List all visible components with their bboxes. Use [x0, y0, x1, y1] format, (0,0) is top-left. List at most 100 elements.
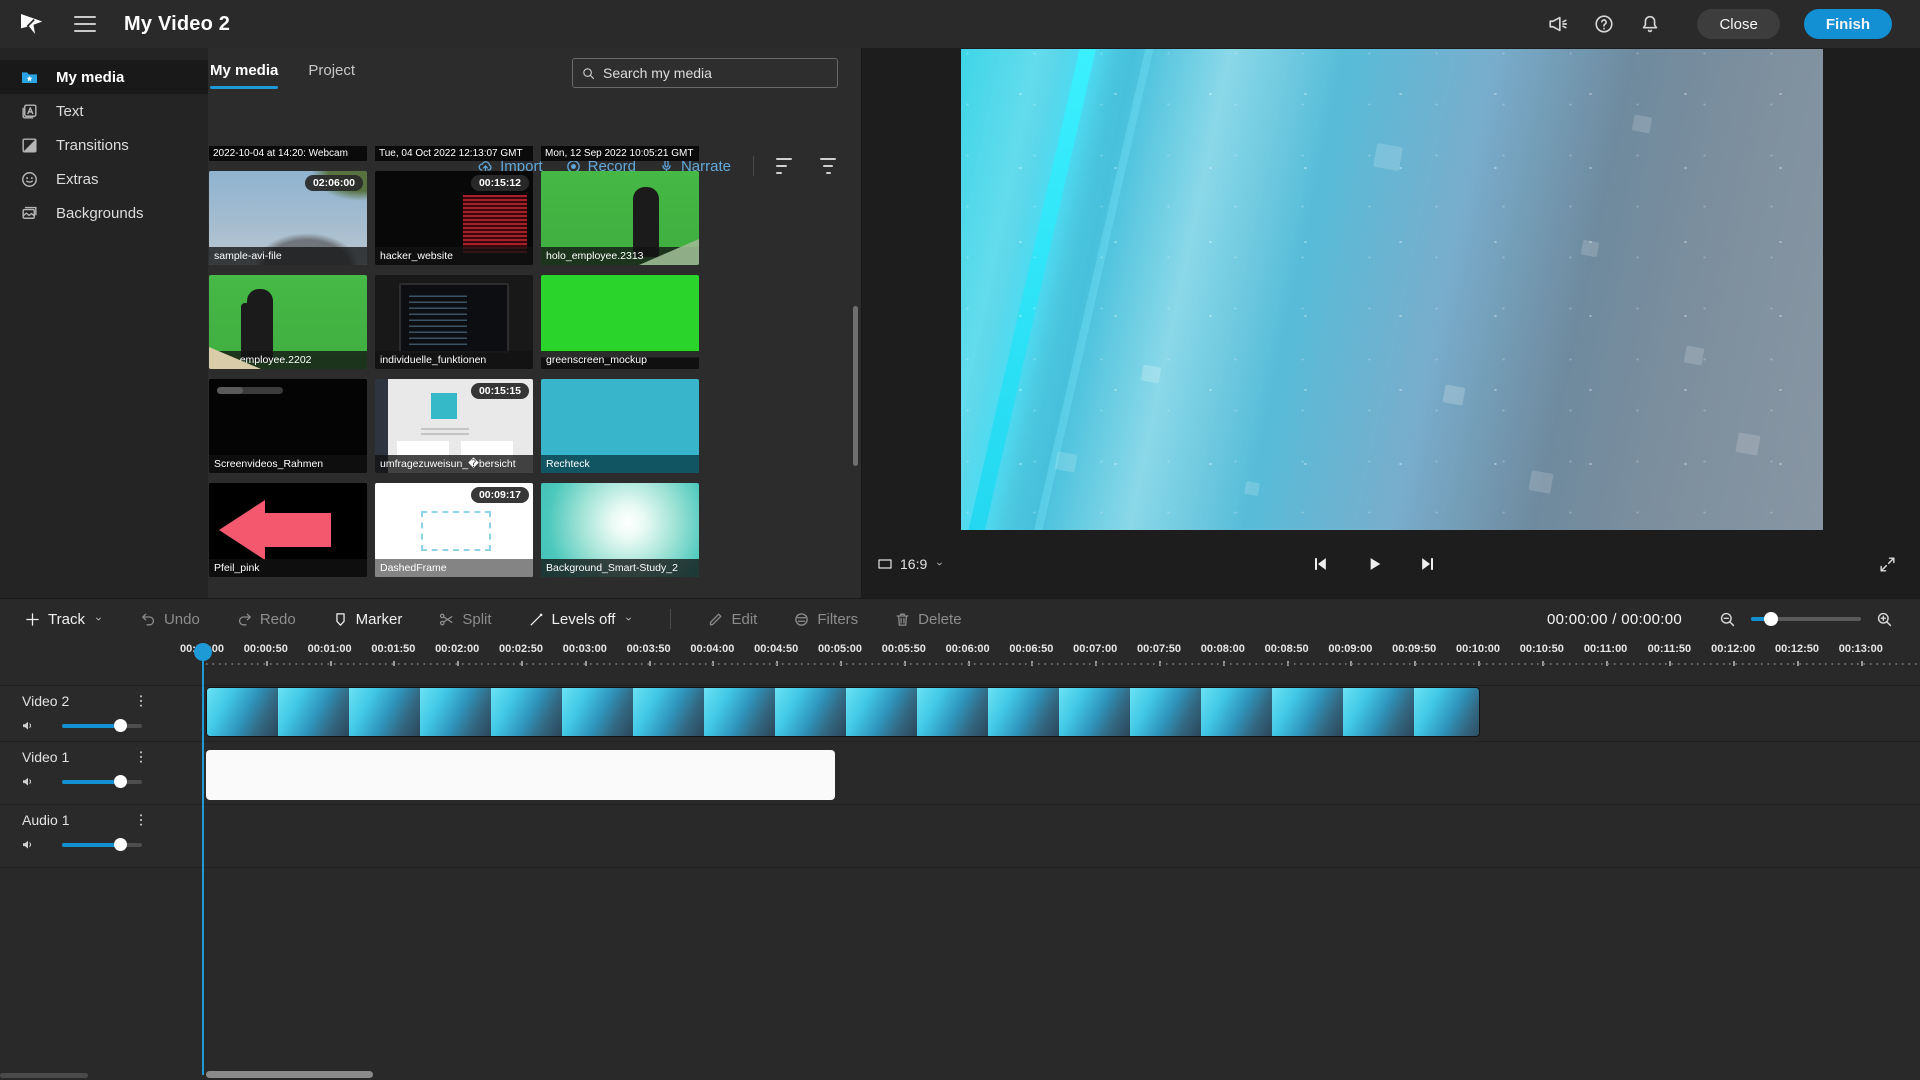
track-header-video-1: Video 1	[0, 742, 206, 804]
media-filename: greenscreen_mockup	[541, 351, 699, 369]
preview-panel: 16:9	[861, 48, 1920, 598]
search-input[interactable]	[603, 65, 829, 81]
slider-knob[interactable]	[1764, 612, 1778, 626]
track-header-scrollbar[interactable]	[0, 1073, 88, 1078]
aspect-ratio-button[interactable]: 16:9	[876, 556, 945, 572]
ruler-label: 00:01:00	[308, 643, 352, 655]
ruler-label: 00:03:50	[627, 643, 671, 655]
ruler-label: 00:11:50	[1648, 643, 1691, 655]
sidebar-item-my-media[interactable]: My media	[0, 60, 208, 94]
media-filename: umfragezuweisun_�bersicht	[375, 455, 533, 473]
ruler-label: 00:07:50	[1137, 643, 1181, 655]
sidebar-item-extras[interactable]: Extras	[0, 162, 208, 196]
timeline-toolbar-right: 00:00:00 / 00:00:00	[1547, 610, 1920, 629]
ruler-label: 00:04:50	[754, 643, 798, 655]
timeline-toolbar-left: Track Undo Redo Marker	[0, 609, 962, 629]
marker-label: Marker	[356, 611, 403, 628]
ruler-label: 00:10:00	[1456, 643, 1500, 655]
video-preview[interactable]	[961, 49, 1823, 530]
ruler-label: 00:12:50	[1775, 643, 1819, 655]
delete-button[interactable]: Delete	[894, 611, 961, 628]
speaker-icon[interactable]	[20, 837, 36, 852]
menu-icon[interactable]	[74, 16, 96, 32]
edit-label: Edit	[731, 611, 757, 628]
zoom-out-icon[interactable]	[1718, 610, 1737, 629]
media-scrollbar[interactable]	[853, 306, 858, 466]
tab-my-media[interactable]: My media	[210, 56, 278, 89]
media-filename: hacker_website	[375, 247, 533, 265]
close-button[interactable]: Close	[1697, 9, 1779, 39]
media-item-individuelle-funktionen[interactable]: individuelle_funktionen	[375, 275, 533, 369]
media-item-pfeil-pink[interactable]: Pfeil_pink	[209, 483, 367, 577]
filter-icon[interactable]	[818, 158, 838, 174]
announcements-icon[interactable]	[1547, 13, 1569, 35]
undo-label: Undo	[164, 611, 200, 628]
track-menu-icon[interactable]	[134, 693, 148, 709]
search-box[interactable]	[572, 58, 838, 88]
plus-icon	[24, 611, 41, 628]
app-logo-icon[interactable]	[16, 9, 46, 39]
timeline-horizontal-scrollbar[interactable]	[206, 1071, 373, 1078]
volume-knob[interactable]	[114, 719, 127, 732]
split-label: Split	[462, 611, 491, 628]
speaker-icon[interactable]	[20, 774, 36, 789]
track-menu-icon[interactable]	[134, 812, 148, 828]
track-menu-icon[interactable]	[134, 749, 148, 765]
marker-button[interactable]: Marker	[332, 611, 403, 628]
redo-button[interactable]: Redo	[236, 611, 296, 628]
volume-knob[interactable]	[114, 838, 127, 851]
volume-knob[interactable]	[114, 775, 127, 788]
add-track-button[interactable]: Track	[24, 611, 104, 628]
sidebar-item-text[interactable]: Text	[0, 94, 208, 128]
timeline-clip-video-1[interactable]	[206, 750, 835, 800]
tab-project[interactable]: Project	[308, 56, 355, 89]
play-button[interactable]	[1364, 554, 1384, 574]
zoom-in-icon[interactable]	[1875, 610, 1894, 629]
track-label: Track	[48, 611, 85, 628]
media-item-hacker-website[interactable]: 00:15:12 hacker_website	[375, 171, 533, 265]
sidebar-item-transitions[interactable]: Transitions	[0, 128, 208, 162]
timecode-display: 00:00:00 / 00:00:00	[1547, 611, 1682, 628]
notifications-icon[interactable]	[1639, 13, 1661, 35]
media-item-umfragezuweisung[interactable]: 00:15:15 umfragezuweisun_�bersicht	[375, 379, 533, 473]
fullscreen-icon[interactable]	[1878, 555, 1897, 574]
levels-button[interactable]: Levels off	[528, 611, 635, 628]
sidebar-item-label: Backgrounds	[56, 205, 144, 222]
edit-button[interactable]: Edit	[707, 611, 757, 628]
finish-button[interactable]: Finish	[1804, 9, 1892, 39]
ruler-label: 00:09:50	[1392, 643, 1436, 655]
sort-icon[interactable]	[776, 158, 796, 174]
skip-end-button[interactable]	[1418, 554, 1438, 574]
timeline-zoom-slider[interactable]	[1751, 612, 1861, 626]
help-icon[interactable]	[1593, 13, 1615, 35]
volume-slider[interactable]	[62, 719, 142, 732]
sidebar-item-backgrounds[interactable]: Backgrounds	[0, 196, 208, 230]
volume-slider[interactable]	[62, 775, 142, 788]
redo-icon	[236, 611, 253, 628]
media-tabs: My media Project	[210, 56, 355, 89]
media-item-greenscreen-mockup[interactable]: greenscreen_mockup	[541, 275, 699, 369]
folder-icon	[20, 68, 39, 87]
timeline-clip-video-2[interactable]	[206, 687, 1480, 737]
aspect-rect-icon	[876, 556, 894, 572]
split-button[interactable]: Split	[438, 611, 491, 628]
media-item-screenvideos-rahmen[interactable]: Screenvideos_Rahmen	[209, 379, 367, 473]
timeline-ruler[interactable]: 00:00:0000:00:5000:01:0000:01:5000:02:00…	[0, 639, 1920, 673]
media-item-holo-employee-2313[interactable]: holo_employee.2313	[541, 171, 699, 265]
undo-button[interactable]: Undo	[140, 611, 200, 628]
filters-button[interactable]: Filters	[793, 611, 858, 628]
media-item-dashedframe[interactable]: 00:09:17 DashedFrame	[375, 483, 533, 577]
volume-slider[interactable]	[62, 838, 142, 851]
playhead-handle[interactable]	[194, 643, 212, 661]
ruler-tick	[202, 661, 204, 666]
redo-label: Redo	[260, 611, 296, 628]
media-panel: My media Project Import Record	[208, 48, 861, 598]
media-item-rechteck[interactable]: Rechteck	[541, 379, 699, 473]
media-filename: individuelle_funktionen	[375, 351, 533, 369]
media-item-sample-avi-file[interactable]: 02:06:00 sample-avi-file	[209, 171, 367, 265]
media-item-background-smart-study[interactable]: Background_Smart-Study_2	[541, 483, 699, 577]
skip-start-button[interactable]	[1310, 554, 1330, 574]
speaker-icon[interactable]	[20, 718, 36, 733]
media-item-holo-employee-2202[interactable]: holo_employee.2202	[209, 275, 367, 369]
track-name: Video 1	[22, 749, 69, 765]
